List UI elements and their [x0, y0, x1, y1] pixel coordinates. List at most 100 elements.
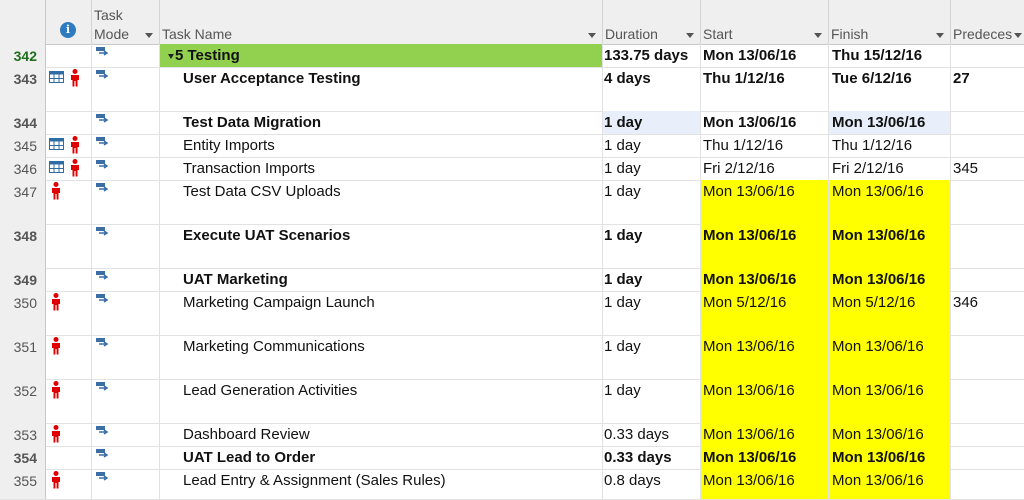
start-cell[interactable]: Mon 13/06/16	[701, 44, 829, 67]
finish-cell[interactable]: Thu 1/12/16	[829, 134, 951, 157]
start-cell[interactable]: Fri 2/12/16	[701, 157, 829, 180]
table-row[interactable]: 353 Dashboard Review 0.33 days Mon 13/06/16…	[0, 423, 1024, 447]
predecessors-cell[interactable]	[951, 379, 1024, 423]
task-name-cell[interactable]: Dashboard Review	[160, 423, 603, 446]
row-id[interactable]: 351	[0, 335, 46, 379]
row-id[interactable]: 347	[0, 180, 46, 224]
header-start[interactable]: Start	[701, 0, 829, 44]
table-row[interactable]: 348 Execute UAT Scenarios 1 day Mon 13/06/1…	[0, 224, 1024, 269]
row-id[interactable]: 344	[0, 111, 46, 134]
person-icon[interactable]	[51, 337, 61, 355]
chevron-down-icon[interactable]	[588, 33, 596, 38]
start-cell[interactable]: Mon 5/12/16	[701, 291, 829, 335]
header-finish[interactable]: Finish	[829, 0, 951, 44]
header-indicators[interactable]: i	[46, 0, 92, 44]
row-id[interactable]: 349	[0, 268, 46, 291]
predecessors-cell[interactable]: 346	[951, 291, 1024, 335]
finish-cell[interactable]: Mon 13/06/16	[829, 469, 951, 499]
finish-cell[interactable]: Mon 13/06/16	[829, 423, 951, 446]
task-name-cell[interactable]: Test Data Migration	[160, 111, 603, 134]
chevron-down-icon[interactable]	[814, 33, 822, 38]
person-icon[interactable]	[70, 136, 80, 154]
task-name-cell[interactable]: Test Data CSV Uploads	[160, 180, 603, 224]
chevron-down-icon[interactable]	[1014, 33, 1022, 38]
task-mode-cell[interactable]	[92, 379, 160, 423]
start-cell[interactable]: Mon 13/06/16	[701, 224, 829, 268]
person-icon[interactable]	[51, 425, 61, 443]
person-icon[interactable]	[70, 69, 80, 87]
task-mode-cell[interactable]	[92, 446, 160, 469]
predecessors-cell[interactable]: 27	[951, 67, 1024, 111]
table-row[interactable]: 352 Lead Generation Activities 1 day Mon 13…	[0, 379, 1024, 424]
finish-cell[interactable]: Tue 6/12/16	[829, 67, 951, 111]
row-id[interactable]: 346	[0, 157, 46, 180]
row-id[interactable]: 354	[0, 446, 46, 469]
duration-cell[interactable]: 1 day	[603, 134, 701, 157]
task-name-cell[interactable]: Marketing Communications	[160, 335, 603, 379]
table-row[interactable]: 355 Lead Entry & Assignment (Sales Rules)…	[0, 469, 1024, 500]
predecessors-cell[interactable]	[951, 111, 1024, 134]
task-mode-cell[interactable]	[92, 469, 160, 499]
duration-cell[interactable]: 1 day	[603, 291, 701, 335]
header-id[interactable]	[0, 0, 46, 44]
start-cell[interactable]: Mon 13/06/16	[701, 446, 829, 469]
finish-cell[interactable]: Mon 13/06/16	[829, 335, 951, 379]
summary-row[interactable]: 342 5 Testing 133.75 days Mon 13/06/16 T…	[0, 44, 1024, 68]
header-predecessors[interactable]: Predeces	[951, 0, 1024, 44]
task-mode-cell[interactable]	[92, 291, 160, 335]
task-name-cell[interactable]: Marketing Campaign Launch	[160, 291, 603, 335]
row-id[interactable]: 345	[0, 134, 46, 157]
table-row[interactable]: 347 Test Data CSV Uploads 1 day Mon 13/06/1…	[0, 180, 1024, 225]
predecessors-cell[interactable]	[951, 335, 1024, 379]
start-cell[interactable]: Mon 13/06/16	[701, 268, 829, 291]
predecessors-cell[interactable]	[951, 180, 1024, 224]
table-row[interactable]: 349 UAT Marketing 1 day Mon 13/06/16 Mon 13/…	[0, 268, 1024, 292]
predecessors-cell[interactable]	[951, 469, 1024, 499]
start-cell[interactable]: Mon 13/06/16	[701, 423, 829, 446]
task-name-cell[interactable]: UAT Marketing	[160, 268, 603, 291]
task-mode-cell[interactable]	[92, 335, 160, 379]
row-id[interactable]: 355	[0, 469, 46, 499]
person-icon[interactable]	[51, 293, 61, 311]
duration-cell[interactable]: 1 day	[603, 111, 701, 134]
row-id[interactable]: 343	[0, 67, 46, 111]
duration-cell[interactable]: 1 day	[603, 335, 701, 379]
chevron-down-icon[interactable]	[145, 33, 153, 38]
task-mode-cell[interactable]	[92, 134, 160, 157]
calendar-grid-icon[interactable]	[49, 161, 64, 173]
task-name-cell[interactable]: UAT Lead to Order	[160, 446, 603, 469]
start-cell[interactable]: Mon 13/06/16	[701, 469, 829, 499]
row-id[interactable]: 353	[0, 423, 46, 446]
table-row[interactable]: 344 Test Data Migration 1 day Mon 13/06/16 M…	[0, 111, 1024, 135]
chevron-down-icon[interactable]	[936, 33, 944, 38]
calendar-grid-icon[interactable]	[49, 71, 64, 83]
start-cell[interactable]: Mon 13/06/16	[701, 335, 829, 379]
task-name-cell[interactable]: Lead Entry & Assignment (Sales Rules)	[160, 469, 603, 499]
finish-cell[interactable]: Mon 13/06/16	[829, 180, 951, 224]
finish-cell[interactable]: Mon 13/06/16	[829, 111, 951, 134]
task-name-cell[interactable]: 5 Testing	[160, 44, 603, 67]
predecessors-cell[interactable]	[951, 44, 1024, 67]
task-mode-cell[interactable]	[92, 111, 160, 134]
table-row[interactable]: 351 Marketing Communications 1 day Mon 13/0…	[0, 335, 1024, 380]
task-mode-cell[interactable]	[92, 157, 160, 180]
duration-cell[interactable]: 0.33 days	[603, 446, 701, 469]
task-name-cell[interactable]: Lead Generation Activities	[160, 379, 603, 423]
predecessors-cell[interactable]	[951, 268, 1024, 291]
person-icon[interactable]	[51, 182, 61, 200]
header-task-name[interactable]: Task Name	[160, 0, 603, 44]
start-cell[interactable]: Thu 1/12/16	[701, 67, 829, 111]
predecessors-cell[interactable]	[951, 423, 1024, 446]
start-cell[interactable]: Mon 13/06/16	[701, 111, 829, 134]
task-name-cell[interactable]: User Acceptance Testing	[160, 67, 603, 111]
task-mode-cell[interactable]	[92, 180, 160, 224]
predecessors-cell[interactable]	[951, 446, 1024, 469]
row-id[interactable]: 342	[0, 44, 46, 67]
duration-cell[interactable]: 0.8 days	[603, 469, 701, 499]
finish-cell[interactable]: Mon 13/06/16	[829, 224, 951, 268]
predecessors-cell[interactable]	[951, 134, 1024, 157]
predecessors-cell[interactable]	[951, 224, 1024, 268]
task-mode-cell[interactable]	[92, 44, 160, 67]
person-icon[interactable]	[51, 381, 61, 399]
task-mode-cell[interactable]	[92, 224, 160, 268]
